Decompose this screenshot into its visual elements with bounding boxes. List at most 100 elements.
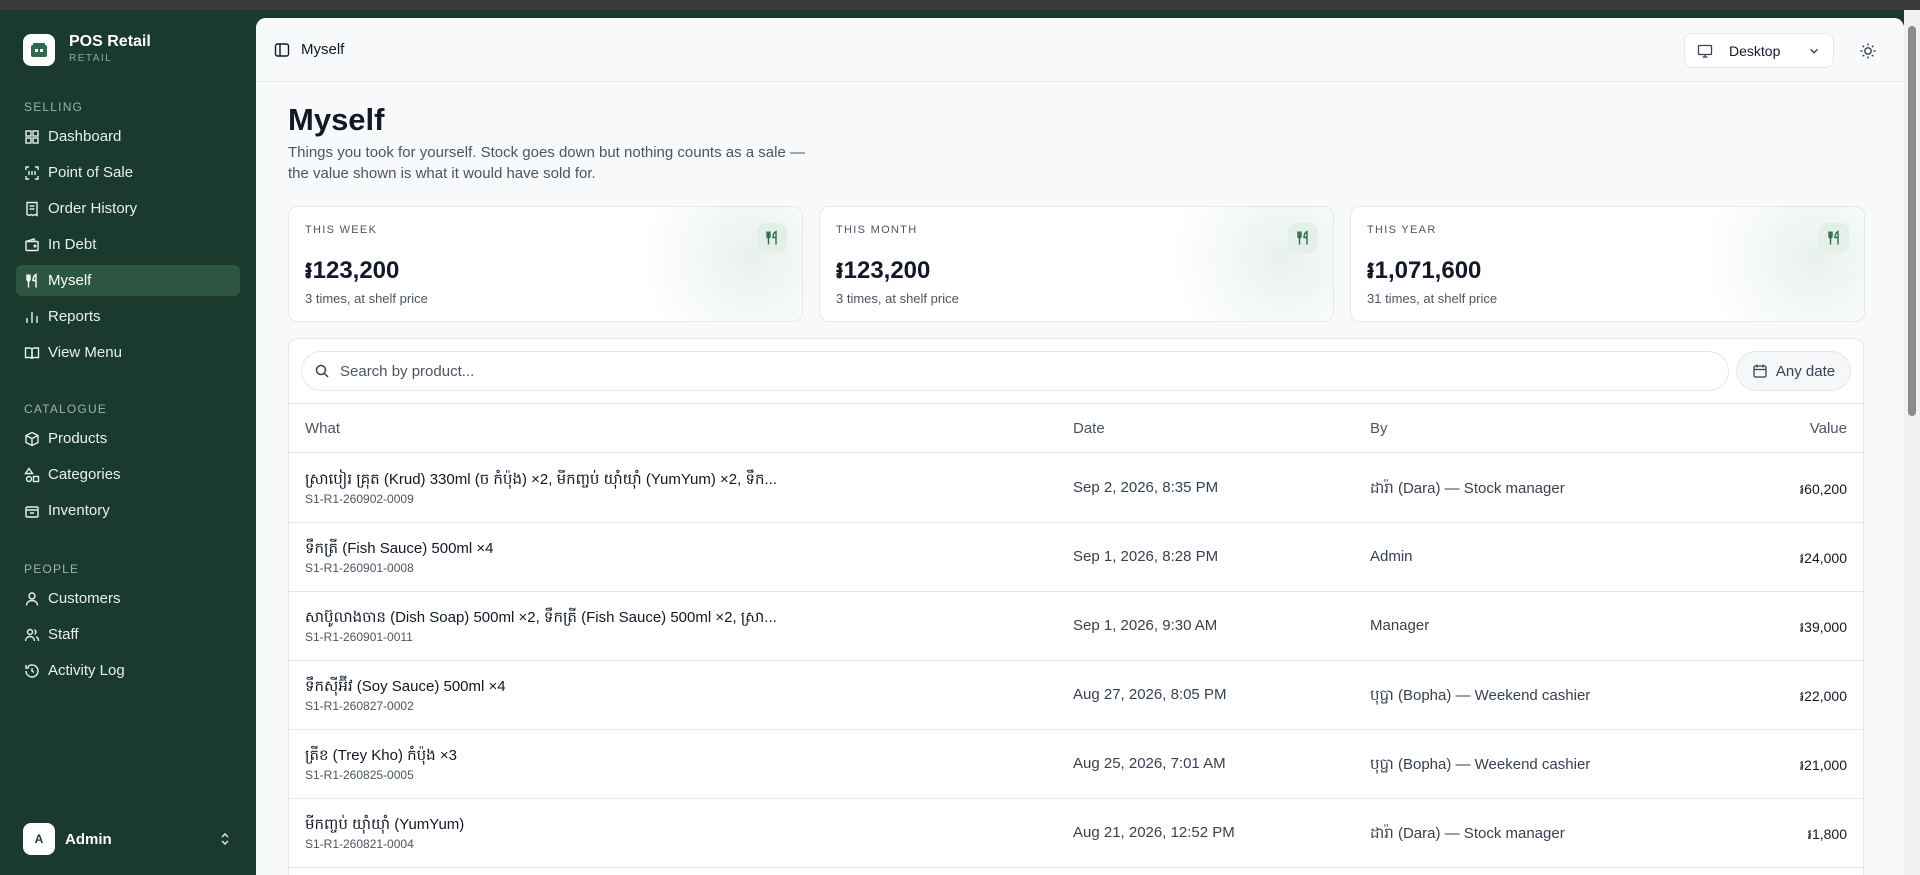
row-reference: S1-R1-260902-0009 <box>305 492 414 506</box>
brand-subtitle: RETAIL <box>69 53 113 64</box>
nav-section-people: PEOPLE Customers Staff Activity Log <box>16 560 240 686</box>
column-header-value[interactable]: Value <box>1810 420 1847 437</box>
box-icon <box>25 431 39 446</box>
row-by: Admin <box>1370 548 1413 565</box>
bar-chart-icon <box>26 311 38 323</box>
stat-label: THIS YEAR <box>1367 224 1437 236</box>
table-header: What Date By Value <box>289 403 1863 453</box>
section-title: CATALOGUE <box>24 402 108 416</box>
stat-subtitle: 3 times, at shelf price <box>836 291 959 306</box>
store-logo-icon <box>23 34 55 66</box>
row-by: បុប្ផា (Bopha) — Weekend cashier <box>1370 756 1591 773</box>
shapes-icon <box>24 466 40 482</box>
book-icon <box>24 346 40 359</box>
sidebar-item-inventory[interactable]: Inventory <box>16 495 240 526</box>
row-value: ៛22,000 <box>1799 688 1847 704</box>
sidebar-toggle-icon[interactable] <box>274 42 290 58</box>
sidebar-item-label: Categories <box>48 466 121 483</box>
utensils-icon <box>757 223 787 253</box>
device-select[interactable]: Desktop <box>1684 33 1834 68</box>
utensils-icon <box>1819 223 1849 253</box>
row-reference: S1-R1-260901-0011 <box>305 630 413 644</box>
stat-value: ៛123,200 <box>305 257 400 284</box>
page-description: Things you took for yourself. Stock goes… <box>288 144 805 182</box>
sidebar-item-staff[interactable]: Staff <box>16 619 240 650</box>
sidebar-item-label: Point of Sale <box>48 164 134 181</box>
sidebar-item-point-of-sale[interactable]: Point of Sale <box>16 157 240 188</box>
row-by: Manager <box>1370 617 1430 634</box>
sun-icon[interactable] <box>1858 41 1878 61</box>
scrollbar-thumb[interactable] <box>1908 26 1916 416</box>
page-title: Myself <box>288 102 385 137</box>
search-icon <box>315 364 329 378</box>
sidebar-item-label: Myself <box>48 272 92 289</box>
column-header-what[interactable]: What <box>305 420 340 437</box>
sidebar-item-in-debt[interactable]: In Debt <box>16 229 240 260</box>
history-icon <box>25 663 39 678</box>
row-date: Aug 27, 2026, 8:05 PM <box>1073 686 1227 703</box>
sidebar-item-label: In Debt <box>48 236 97 253</box>
row-items: ទឹកស៊ីអ៊ីវ (Soy Sauce) 500ml ×4 <box>305 678 506 695</box>
search-input[interactable] <box>340 362 1640 380</box>
utensils-icon <box>1288 223 1318 253</box>
sidebar-item-label: Dashboard <box>48 128 122 145</box>
user-icon <box>25 591 39 606</box>
section-title: SELLING <box>24 100 84 114</box>
table-row[interactable]: ត្រីខ (Trey Kho) កំប៉ុង ×3 S1-R1-260825-… <box>289 730 1863 799</box>
sidebar-item-customers[interactable]: Customers <box>16 583 240 614</box>
row-date: Sep 1, 2026, 9:30 AM <box>1073 617 1218 634</box>
receipt-icon <box>26 201 38 217</box>
table-row[interactable]: មីកញ្ចប់ យ៉ាំយ៉ាំ (YumYum) S1-R1-260821-… <box>289 799 1863 868</box>
stat-subtitle: 31 times, at shelf price <box>1367 291 1498 306</box>
chevron-down-icon <box>1810 48 1818 54</box>
calendar-icon <box>1753 364 1767 378</box>
column-header-date[interactable]: Date <box>1073 420 1105 437</box>
sidebar-item-dashboard[interactable]: Dashboard <box>16 121 240 152</box>
sidebar-item-view-menu[interactable]: View Menu <box>16 337 240 368</box>
sidebar-item-categories[interactable]: Categories <box>16 459 240 490</box>
sidebar-item-myself[interactable]: Myself <box>16 265 240 296</box>
row-value: ៛60,200 <box>1799 481 1847 497</box>
row-value: ៛39,000 <box>1799 619 1847 635</box>
row-reference: S1-R1-260821-0004 <box>305 837 414 851</box>
row-items: សាប៊ូលាងចាន (Dish Soap) 500ml ×2, ទឹកត្រ… <box>305 609 777 626</box>
stat-label: THIS WEEK <box>305 224 378 236</box>
user-menu[interactable]: A Admin <box>16 821 240 857</box>
table-row[interactable]: សាប៊ូលាងចាន (Dish Soap) 500ml ×2, ទឹកត្រ… <box>289 592 1863 661</box>
table-row[interactable]: ទឹកត្រី (Fish Sauce) 500ml ×4 S1-R1-2609… <box>289 523 1863 592</box>
row-date: Aug 21, 2026, 12:52 PM <box>1073 824 1235 841</box>
row-reference: S1-R1-260827-0002 <box>305 699 414 713</box>
scan-icon <box>25 165 39 180</box>
page-scrollbar[interactable] <box>1904 10 1920 875</box>
row-by: ដារ៉ា (Dara) — Stock manager <box>1370 825 1565 842</box>
sidebar-item-activity-log[interactable]: Activity Log <box>16 655 240 686</box>
row-value: ៛24,000 <box>1799 550 1847 566</box>
sidebar-item-order-history[interactable]: Order History <box>16 193 240 224</box>
avatar: A <box>23 823 55 855</box>
row-date: Sep 2, 2026, 8:35 PM <box>1073 479 1219 496</box>
sidebar-item-label: Products <box>48 430 108 447</box>
main-content: Myself Desktop Myself Things you took fo… <box>256 18 1904 875</box>
stat-subtitle: 3 times, at shelf price <box>305 291 428 306</box>
breadcrumb: Myself <box>301 41 345 58</box>
browser-top-strip <box>0 0 1920 10</box>
search-bar[interactable] <box>301 351 1729 391</box>
myself-table-card: Any date What Date By Value ស្រាបៀរ គ្រុ… <box>288 338 1864 875</box>
brand[interactable]: POS Retail RETAIL <box>23 33 151 67</box>
nav-section-selling: SELLING Dashboard Point of Sale Order Hi… <box>16 98 240 368</box>
row-value: ៛1,800 <box>1807 826 1847 842</box>
row-reference: S1-R1-260825-0005 <box>305 768 414 782</box>
monitor-icon <box>1697 44 1713 58</box>
sidebar-item-products[interactable]: Products <box>16 423 240 454</box>
row-date: Aug 25, 2026, 7:01 AM <box>1073 755 1226 772</box>
sidebar-item-reports[interactable]: Reports <box>16 301 240 332</box>
row-items: ស្រាបៀរ គ្រុត (Krud) 330ml (ច កំប៉ុង) ×2… <box>305 471 778 488</box>
header: Myself <box>256 18 1904 82</box>
table-row[interactable]: ស្រាបៀរ គ្រុត (Krud) 330ml (ច កំប៉ុង) ×2… <box>289 454 1863 523</box>
row-value: ៛21,000 <box>1799 757 1847 773</box>
row-items: ត្រីខ (Trey Kho) កំប៉ុង ×3 <box>305 747 457 764</box>
sidebar: POS Retail RETAIL SELLING Dashboard Poin… <box>0 10 256 875</box>
table-row[interactable]: ទឹកស៊ីអ៊ីវ (Soy Sauce) 500ml ×4 S1-R1-26… <box>289 661 1863 730</box>
column-header-by[interactable]: By <box>1370 420 1388 437</box>
date-filter-button[interactable]: Any date <box>1736 351 1851 391</box>
